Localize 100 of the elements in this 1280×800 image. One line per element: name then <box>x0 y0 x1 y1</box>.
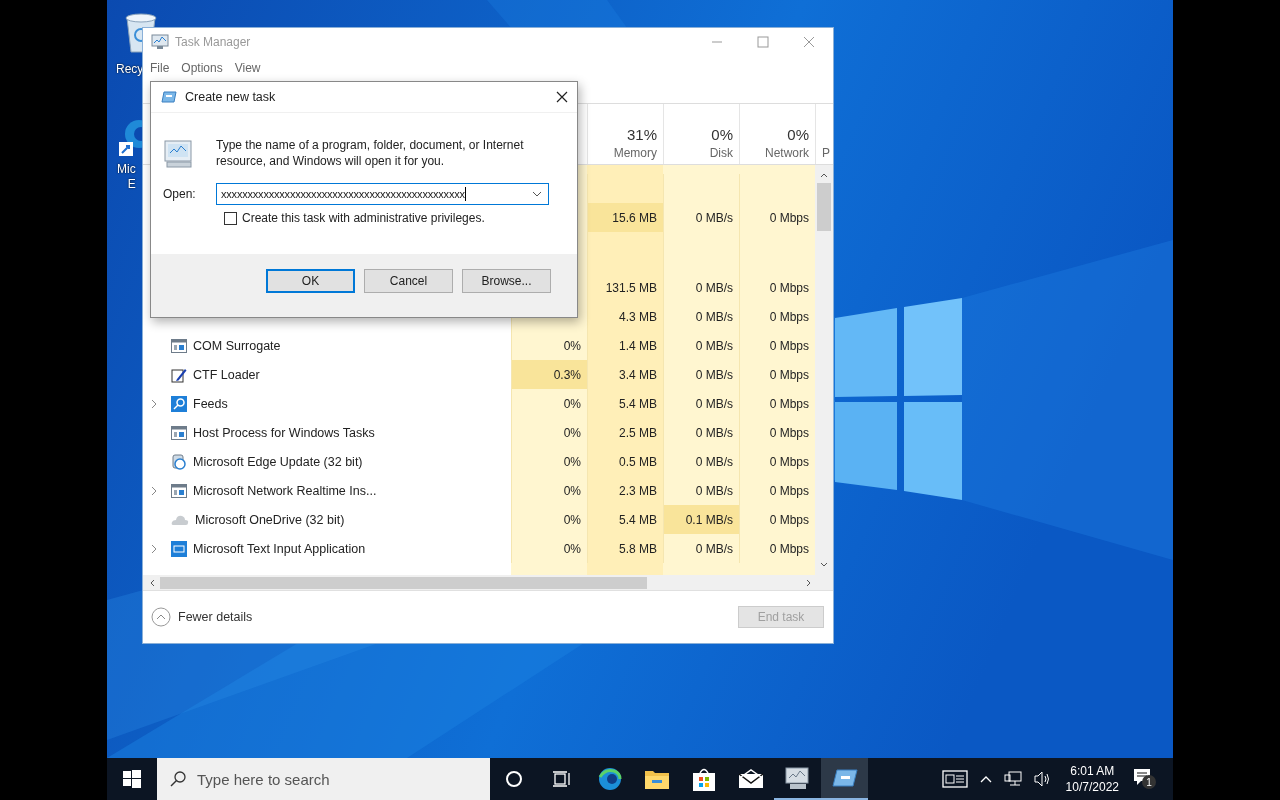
process-name[interactable]: Feeds <box>193 396 228 411</box>
fewer-details-link[interactable]: Fewer details <box>178 610 253 624</box>
notification-count: 1 <box>1142 775 1156 789</box>
table-cell: 0 MB/s <box>663 418 739 447</box>
table-cell: 0 MB/s <box>663 534 739 563</box>
table-cell: 0 MB/s <box>663 360 739 389</box>
table-cell: 0 MB/s <box>663 389 739 418</box>
expand-icon[interactable] <box>151 398 157 409</box>
browser-icon <box>596 766 623 792</box>
desktop-icon-label: E <box>127 177 136 192</box>
updater-icon <box>171 453 187 470</box>
open-label: Open: <box>163 187 197 201</box>
monitor-icon <box>784 766 811 790</box>
table-cell: 5.8 MB <box>587 534 663 563</box>
keyboard-icon <box>171 540 187 557</box>
expand-icon[interactable] <box>151 485 157 496</box>
menu-item[interactable]: File <box>150 61 170 75</box>
process-name[interactable]: Host Process for Windows Tasks <box>193 425 375 440</box>
table-cell: 15.6 MB <box>587 203 663 232</box>
process-name[interactable]: Microsoft Network Realtime Ins... <box>193 483 377 498</box>
open-field[interactable]: xxxxxxxxxxxxxxxxxxxxxxxxxxxxxxxxxxxxxxxxxxxxxx <box>216 183 549 205</box>
table-cell: 0% <box>511 418 587 447</box>
table-cell: 0 MB/s <box>663 273 739 302</box>
process-name[interactable]: CTF Loader <box>193 367 260 382</box>
dialog-button[interactable]: Cancel <box>364 268 453 293</box>
column-percent: 0% <box>787 126 809 143</box>
table-cell: 4.3 MB <box>587 302 663 331</box>
table-cell: 0% <box>511 505 587 534</box>
table-cell: 0 MB/s <box>663 302 739 331</box>
scroll-thumb[interactable] <box>160 576 647 589</box>
dropdown-icon[interactable] <box>532 191 542 197</box>
speaker-icon[interactable] <box>1033 771 1052 787</box>
table-cell: 0 MB/s <box>663 203 739 232</box>
process-name[interactable]: Microsoft Text Input Application <box>193 541 366 556</box>
scroll-up-icon[interactable] <box>819 171 829 179</box>
window-title: Task Manager <box>175 35 251 49</box>
dialog-title: Create new task <box>185 90 276 104</box>
table-cell: 5.4 MB <box>587 389 663 418</box>
table-cell: 3.4 MB <box>587 360 663 389</box>
process-name[interactable]: COM Surrogate <box>193 338 281 353</box>
circle-icon[interactable] <box>505 770 523 788</box>
table-cell: 131.5 MB <box>587 273 663 302</box>
clock-date[interactable]: 10/7/2022 <box>1065 779 1119 795</box>
column-percent: 0% <box>711 126 733 143</box>
column-header[interactable]: Memory <box>613 146 657 160</box>
dialog-button[interactable]: Browse... <box>462 268 551 293</box>
search-icon <box>169 770 187 788</box>
menu-item[interactable]: View <box>234 61 261 75</box>
vertical-scrollbar[interactable] <box>815 165 833 575</box>
table-cell: 0.5 MB <box>587 447 663 476</box>
chevron-up-icon[interactable] <box>979 775 992 783</box>
clock-time[interactable]: 6:01 AM <box>1070 763 1115 779</box>
window-icon <box>171 483 187 498</box>
scroll-down-icon[interactable] <box>819 561 829 569</box>
column-percent: 31% <box>626 126 657 143</box>
dialog-button[interactable]: OK <box>266 268 355 293</box>
expand-icon[interactable] <box>151 543 157 554</box>
shopping-bag-icon <box>691 766 716 792</box>
checkbox[interactable] <box>224 211 237 225</box>
news-icon[interactable] <box>941 770 968 788</box>
window-icon <box>171 338 187 353</box>
table-cell: 0.3% <box>511 360 587 389</box>
start-icon[interactable] <box>123 770 141 788</box>
run-icon <box>161 91 177 103</box>
scroll-thumb[interactable] <box>817 183 831 231</box>
search-field[interactable]: Type here to search <box>157 758 490 800</box>
desktop-icon-label: Recy <box>116 62 144 77</box>
network-icon[interactable] <box>1003 771 1022 787</box>
cloud-icon <box>171 513 189 526</box>
table-cell: 2.3 MB <box>587 476 663 505</box>
pen-icon <box>171 366 187 383</box>
table-cell: 0% <box>511 476 587 505</box>
table-cell: 2.5 MB <box>587 418 663 447</box>
search-icon <box>171 395 187 412</box>
menu-item[interactable]: Options <box>181 61 223 75</box>
task-view-icon[interactable] <box>552 770 572 788</box>
checkbox-label[interactable]: Create this task with administrative privileges. <box>242 211 485 225</box>
table-cell: 0% <box>511 447 587 476</box>
monitor-icon <box>151 34 169 50</box>
column-header[interactable]: Network <box>765 146 809 160</box>
table-cell: 0 MB/s <box>663 331 739 360</box>
folder-icon <box>643 768 670 790</box>
collapse-icon[interactable] <box>151 607 171 627</box>
desktop-icon-label: Mic <box>117 162 136 177</box>
mail-icon <box>737 769 764 789</box>
table-cell: 0% <box>511 389 587 418</box>
window-icon <box>171 425 187 440</box>
horizontal-scrollbar[interactable] <box>143 575 833 590</box>
table-cell: 0% <box>511 534 587 563</box>
close-icon[interactable] <box>556 91 568 103</box>
column-header[interactable]: Disk <box>709 146 733 160</box>
process-name[interactable]: Microsoft OneDrive (32 bit) <box>195 512 345 527</box>
table-cell: 1.4 MB <box>587 331 663 360</box>
run-icon <box>831 769 858 787</box>
process-name[interactable]: Microsoft Edge Update (32 bit) <box>193 454 363 469</box>
table-cell: 0.1 MB/s <box>663 505 739 534</box>
table-cell: 0 MB/s <box>663 447 739 476</box>
column-header[interactable]: P <box>822 146 830 160</box>
scroll-left-icon[interactable] <box>148 577 156 588</box>
scroll-right-icon[interactable] <box>805 577 813 588</box>
